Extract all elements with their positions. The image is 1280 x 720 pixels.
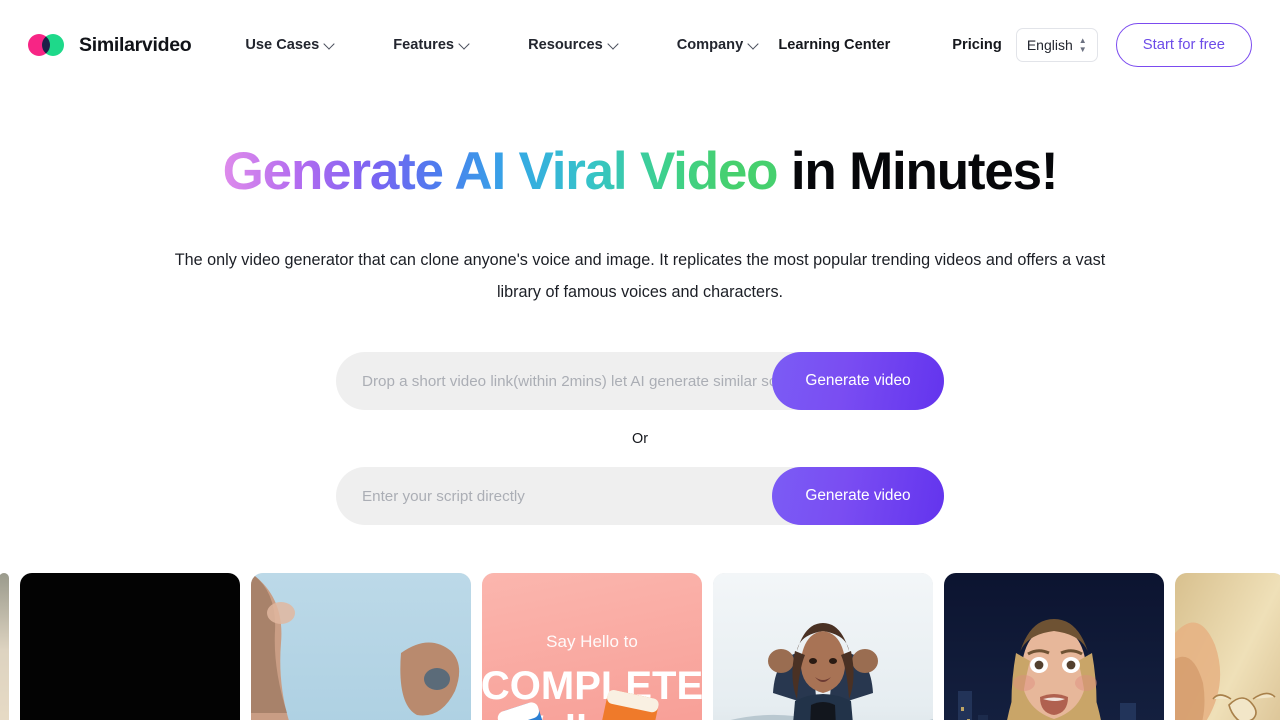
nav-item-label: Use Cases xyxy=(245,37,320,53)
nav-item-learning-center[interactable]: Learning Center xyxy=(778,37,890,53)
chevron-down-icon xyxy=(460,39,470,49)
thumbnail-image xyxy=(20,573,240,720)
two-overlapping-circles-logo-icon xyxy=(28,34,68,56)
thumbnail-image xyxy=(251,573,471,720)
video-link-input-row: Generate video xyxy=(336,352,944,411)
start-for-free-button[interactable]: Start for free xyxy=(1115,23,1252,67)
thumbnail-image: Say Hello to COMPLETE Wellness goli xyxy=(482,573,702,720)
svg-text:Say Hello to: Say Hello to xyxy=(546,632,638,651)
thumbnail-image xyxy=(0,573,9,720)
header-actions: Learning Center Pricing English ▲ ▼ Start… xyxy=(778,23,1252,67)
video-thumbnail-woman-flexing[interactable] xyxy=(713,573,933,720)
video-thumbnail-man-sky[interactable] xyxy=(251,573,471,720)
nav-item-resources[interactable]: Resources xyxy=(528,31,619,59)
main-nav: Use Cases Features Resources Company xyxy=(245,31,759,59)
svg-text:COMPLETE: COMPLETE xyxy=(482,664,702,708)
nav-item-pricing[interactable]: Pricing xyxy=(952,37,1001,53)
hero-section: Generate AI Viral Video in Minutes! The … xyxy=(0,90,1280,526)
nav-item-company[interactable]: Company xyxy=(677,31,760,59)
nav-item-features[interactable]: Features xyxy=(393,31,470,59)
thumbnail-image xyxy=(1175,573,1280,720)
brand-logo[interactable]: Similarvideo xyxy=(28,33,192,57)
nav-item-label: Resources xyxy=(528,37,603,53)
generate-video-from-link-button[interactable]: Generate video xyxy=(772,352,944,411)
brand-name: Similarvideo xyxy=(79,33,192,56)
nav-item-label: Company xyxy=(676,37,744,53)
chevron-down-icon xyxy=(325,39,335,49)
language-selector[interactable]: English ▲ ▼ xyxy=(1015,28,1098,62)
video-thumbnail-gallery[interactable]: Say Hello to COMPLETE Wellness goli xyxy=(0,573,1280,720)
nav-item-label: Features xyxy=(393,37,455,53)
video-thumbnail-partial-left[interactable] xyxy=(0,573,9,720)
script-input-row: Generate video xyxy=(336,467,944,526)
generator-panel: Generate video Or Generate video xyxy=(0,352,1280,526)
video-thumbnail-supplement-ad[interactable]: Say Hello to COMPLETE Wellness goli xyxy=(482,573,702,720)
language-selector-value: English xyxy=(1026,37,1073,53)
headline-plain-text: in Minutes! xyxy=(777,142,1059,201)
thumbnail-image xyxy=(713,573,933,720)
up-down-chevron-icon: ▲ ▼ xyxy=(1078,36,1087,54)
video-thumbnail-blonde-news[interactable] xyxy=(944,573,1164,720)
or-divider-label: Or xyxy=(632,431,648,448)
chevron-down-icon xyxy=(609,39,619,49)
video-thumbnail-comic-art[interactable] xyxy=(1175,573,1280,720)
nav-item-use-cases[interactable]: Use Cases xyxy=(245,31,335,59)
headline-gradient-text: Generate AI Viral Video xyxy=(222,142,779,201)
video-thumbnail-black-desk[interactable] xyxy=(20,573,240,720)
generate-video-from-script-button[interactable]: Generate video xyxy=(772,467,944,526)
chevron-down-icon xyxy=(749,39,759,49)
page-title: Generate AI Viral Video in Minutes! xyxy=(0,142,1280,201)
hero-subheadline: The only video generator that can clone … xyxy=(174,251,1106,302)
site-header: Similarvideo Use Cases Features Resource… xyxy=(0,0,1280,90)
thumbnail-image xyxy=(944,573,1164,720)
